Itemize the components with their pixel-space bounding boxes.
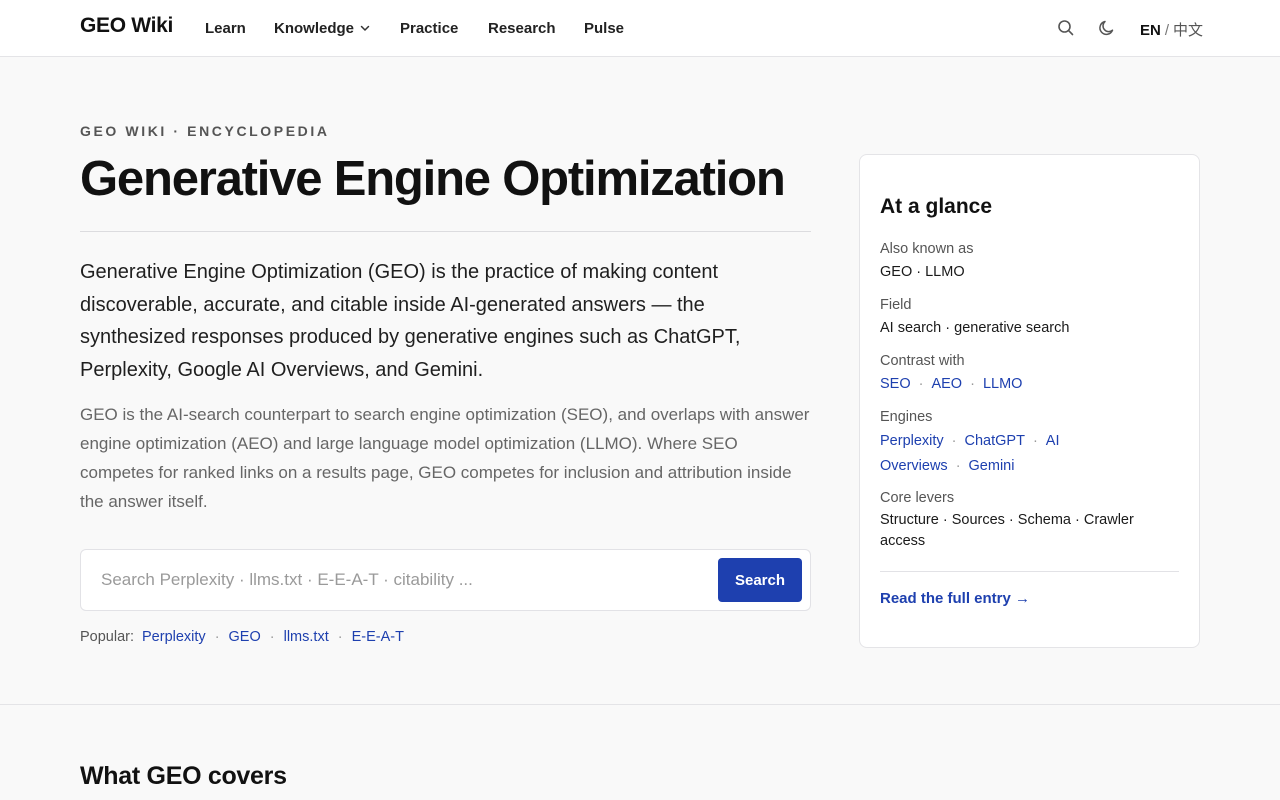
popular-link-eeat[interactable]: E-E-A-T: [352, 629, 404, 645]
field-value: GEO · LLMO: [880, 264, 965, 280]
nav-pulse[interactable]: Pulse: [584, 18, 624, 38]
field-contrast-with: Contrast with SEO · AEO · LLMO: [880, 351, 1180, 395]
nav-practice[interactable]: Practice: [400, 18, 458, 38]
nav-practice-label: Practice: [400, 19, 459, 37]
link-llmo[interactable]: LLMO: [983, 376, 1023, 392]
secondary-paragraph: GEO is the AI-search counterpart to sear…: [80, 405, 810, 511]
lead-paragraph: Generative Engine Optimization (GEO) is …: [80, 261, 741, 381]
nav-learn[interactable]: Learn: [205, 18, 246, 38]
link-seo[interactable]: SEO: [880, 376, 911, 392]
nav-knowledge-label: Knowledge: [274, 19, 355, 37]
title-divider: [80, 231, 811, 232]
search-icon-button[interactable]: [1056, 18, 1076, 38]
search-button[interactable]: Search: [718, 558, 802, 602]
separator-dot: ·: [951, 433, 957, 449]
field-engines: Engines Perplexity · ChatGPT · AI Overviews ·…: [880, 407, 1170, 479]
search-box: Search: [80, 549, 811, 611]
field-field: Field AI search · generative search: [880, 295, 1180, 339]
nav-knowledge[interactable]: Knowledge: [274, 18, 370, 38]
nav-research[interactable]: Research: [488, 18, 556, 38]
engines-links: Perplexity · ChatGPT · AI Overviews · Gemini: [880, 429, 1170, 479]
search-input[interactable]: [101, 566, 701, 594]
card-title: At a glance: [880, 195, 993, 218]
link-gemini[interactable]: Gemini: [969, 458, 1015, 474]
popular-searches: Popular: Perplexity · GEO · llms.txt · E…: [80, 629, 404, 645]
popular-label: Popular:: [80, 629, 135, 645]
separator-dot: ·: [1032, 433, 1038, 449]
field-label: Core levers: [880, 490, 955, 506]
at-a-glance-card: At a glance Also known as GEO · LLMO Fie…: [859, 154, 1200, 648]
field-also-known-as: Also known as GEO · LLMO: [880, 239, 1180, 283]
link-chatgpt[interactable]: ChatGPT: [965, 433, 1025, 449]
lang-en[interactable]: EN: [1140, 22, 1161, 39]
lang-zh[interactable]: 中文: [1173, 22, 1203, 39]
separator-dot: ·: [269, 629, 275, 645]
search-icon: [1058, 20, 1074, 36]
field-core-levers: Core levers Structure · Sources · Schema…: [880, 488, 1165, 552]
field-label: Contrast with: [880, 353, 965, 369]
popular-link-perplexity[interactable]: Perplexity: [142, 629, 206, 645]
moon-icon: [1099, 20, 1114, 36]
field-value: AI search · generative search: [880, 320, 1070, 336]
section-divider: [0, 704, 1280, 705]
popular-link-geo[interactable]: GEO: [229, 629, 261, 645]
page-title: Generative Engine Optimization: [80, 152, 786, 206]
site-logo[interactable]: GEO Wiki: [80, 14, 173, 38]
language-switcher: EN / 中文: [1140, 19, 1203, 40]
card-divider: [880, 571, 1179, 572]
section-heading: What GEO covers: [80, 762, 287, 790]
top-navigation-bar: GEO Wiki Learn Knowledge Practice Resear…: [0, 0, 1280, 57]
field-label: Field: [880, 297, 912, 313]
nav-research-label: Research: [488, 19, 556, 37]
eyebrow-label: GEO WIKI · ENCYCLOPEDIA: [80, 123, 330, 139]
chevron-down-icon: [360, 25, 370, 31]
separator-dot: ·: [955, 458, 961, 474]
link-perplexity[interactable]: Perplexity: [880, 433, 944, 449]
contrast-links: SEO · AEO · LLMO: [880, 373, 1180, 395]
separator-dot: ·: [918, 376, 924, 392]
separator-dot: ·: [337, 629, 343, 645]
link-aeo[interactable]: AEO: [931, 376, 962, 392]
separator-dot: ·: [214, 629, 220, 645]
lang-separator: /: [1164, 22, 1170, 39]
field-label: Engines: [880, 409, 933, 425]
separator-dot: ·: [970, 376, 975, 392]
nav-learn-label: Learn: [205, 19, 246, 37]
theme-toggle-button[interactable]: [1097, 18, 1117, 38]
hero-section: GEO WIKI · ENCYCLOPEDIA Generative Engin…: [0, 57, 1280, 705]
read-full-entry-link[interactable]: Read the full entry →: [880, 590, 1030, 607]
field-label: Also known as: [880, 241, 974, 257]
popular-link-llms-txt[interactable]: llms.txt: [284, 629, 329, 645]
nav-pulse-label: Pulse: [584, 19, 625, 37]
field-value: Structure · Sources · Schema · Crawler a…: [880, 512, 1134, 549]
